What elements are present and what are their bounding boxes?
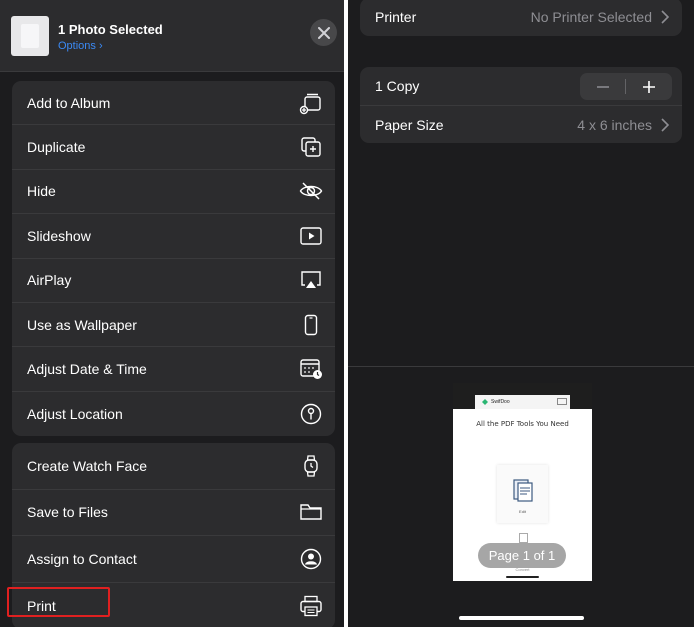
paper-size-row[interactable]: Paper Size 4 x 6 inches [360,105,682,143]
calendar-clock-icon [299,357,323,381]
plus-icon [643,80,655,93]
print-preview-area: SwifDoo All the PDF Tools You Need Edit … [348,366,694,627]
printer-label: Printer [375,9,417,25]
phone-icon [299,313,323,337]
action-hide[interactable]: Hide [12,170,335,215]
copies-paper-group: 1 Copy Paper Size 4 x 6 inches [360,67,682,143]
print-options-panel: Printer No Printer Selected 1 Copy Paper… [348,0,694,627]
action-save-to-files[interactable]: Save to Files [12,490,335,537]
duplicate-icon [299,135,323,159]
paper-size-label: Paper Size [375,116,444,133]
preview-browser-bar [475,395,570,409]
preview-logo-text: SwifDoo [491,399,510,405]
action-adjust-date-time[interactable]: Adjust Date & Time [12,347,335,392]
action-slideshow[interactable]: Slideshow [12,214,335,259]
hide-icon [299,179,323,203]
action-label: Hide [27,183,56,200]
close-icon [317,26,330,39]
action-adjust-location[interactable]: Adjust Location [12,392,335,436]
action-label: Add to Album [27,94,111,111]
print-highlight-box [7,587,110,617]
share-sheet-header: 1 Photo Selected Options › [0,0,344,72]
action-label: Use as Wallpaper [27,316,137,333]
action-label: Assign to Contact [27,550,137,567]
copies-label: 1 Copy [375,78,420,94]
printer-row[interactable]: Printer No Printer Selected [360,0,682,36]
action-label: Create Watch Face [27,457,148,474]
chevron-right-icon [661,10,670,24]
printer-value: No Printer Selected [530,9,652,25]
selection-title: 1 Photo Selected [58,22,163,37]
play-icon [299,224,323,248]
action-assign-to-contact[interactable]: Assign to Contact [12,536,335,583]
action-label: AirPlay [27,272,72,289]
watch-icon [299,454,323,478]
location-icon [299,402,323,426]
convert-icon [519,533,528,543]
action-label: Save to Files [27,504,108,521]
chevron-right-icon: › [98,40,103,52]
options-link[interactable]: Options › [58,40,103,52]
printer-icon [299,594,323,618]
decrement-button[interactable] [580,73,626,100]
preview-menu-icon [557,398,567,405]
preview-edit-card: Edit [497,465,548,523]
chevron-right-icon [661,117,670,132]
preview-home-bar [506,576,539,578]
printer-group: Printer No Printer Selected [360,0,682,36]
preview-heading: All the PDF Tools You Need [476,420,569,428]
page-indicator: Page 1 of 1 [478,543,566,568]
photo-thumbnail [11,16,49,56]
airplay-icon [299,268,323,292]
action-label: Slideshow [27,227,91,244]
actions-group-1: Add to Album Duplicate Hide Slideshow Ai… [12,81,335,437]
action-airplay[interactable]: AirPlay [12,259,335,303]
minus-icon [597,85,609,88]
options-label: Options [58,40,96,52]
action-label: Duplicate [27,139,86,156]
share-sheet: 1 Photo Selected Options › Add to Album … [0,0,344,627]
close-button[interactable] [310,19,337,46]
folder-icon [299,500,323,524]
copies-stepper [580,73,672,100]
paper-size-value: 4 x 6 inches [577,116,652,133]
action-label: Adjust Location [27,405,123,422]
action-duplicate[interactable]: Duplicate [12,125,335,170]
edit-document-icon [513,479,533,502]
action-label: Adjust Date & Time [27,361,147,378]
preview-card-label: Edit [519,509,526,514]
add-to-album-icon [299,91,323,115]
copies-row: 1 Copy [360,67,682,105]
action-use-as-wallpaper[interactable]: Use as Wallpaper [12,303,335,348]
home-indicator[interactable] [459,616,584,620]
action-create-watch-face[interactable]: Create Watch Face [12,443,335,490]
contact-icon [299,547,323,571]
swifdoo-logo-icon [482,399,488,405]
action-add-to-album[interactable]: Add to Album [12,81,335,126]
increment-button[interactable] [626,73,672,100]
